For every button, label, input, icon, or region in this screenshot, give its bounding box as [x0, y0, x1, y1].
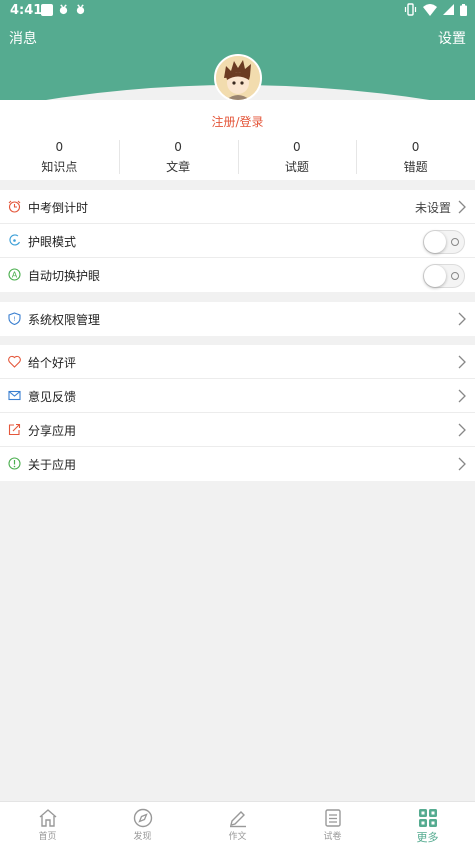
auto-eye-label: 自动切换护眼	[28, 269, 101, 283]
share-icon	[8, 423, 21, 436]
status-time: 4:41	[10, 3, 43, 18]
home-icon	[39, 809, 56, 827]
alarm-clock-icon	[8, 200, 21, 213]
nav-essay[interactable]: 作文	[190, 802, 285, 846]
signal-icon	[443, 4, 454, 15]
status-bar: 4:41	[0, 0, 475, 22]
permissions-row[interactable]: ! 系统权限管理	[0, 302, 475, 336]
envelope-icon	[8, 390, 21, 401]
nav-label: 作文	[228, 832, 247, 842]
notification-bug-icon	[59, 4, 68, 15]
stat-articles[interactable]: 0 文章	[118, 132, 238, 178]
nav-more[interactable]: 更多	[380, 802, 475, 846]
grid-icon	[418, 809, 437, 827]
chevron-right-icon	[458, 457, 466, 471]
stat-label: 试题	[284, 160, 309, 174]
chevron-right-icon	[458, 423, 466, 437]
feedback-row[interactable]: 意见反馈	[0, 379, 475, 413]
settings-group-permissions: ! 系统权限管理	[0, 302, 475, 336]
feedback-label: 意见反馈	[28, 390, 77, 404]
toggle-knob	[424, 265, 446, 287]
toggle-knob	[424, 231, 446, 253]
toggle-off-indicator	[451, 272, 459, 280]
info-icon	[8, 457, 21, 470]
about-label: 关于应用	[28, 458, 77, 472]
rate-row[interactable]: 给个好评	[0, 345, 475, 379]
shield-icon: !	[8, 312, 21, 325]
messages-button[interactable]: 消息	[9, 28, 37, 48]
nav-papers[interactable]: 试卷	[285, 802, 380, 846]
document-icon	[324, 809, 341, 827]
stat-value: 0	[55, 140, 64, 154]
battery-icon	[460, 3, 467, 16]
nav-label: 更多	[416, 831, 439, 844]
nav-label: 试卷	[323, 832, 342, 842]
countdown-row[interactable]: 中考倒计时 未设置	[0, 190, 475, 224]
eye-mode-toggle[interactable]	[423, 230, 465, 254]
compass-icon	[133, 808, 152, 828]
eye-care-icon	[9, 234, 21, 246]
eye-mode-row: 护眼模式	[0, 224, 475, 258]
permissions-label: 系统权限管理	[28, 313, 101, 327]
stat-label: 文章	[166, 160, 191, 174]
avatar-image	[216, 56, 260, 100]
toggle-off-indicator	[451, 238, 459, 246]
chevron-right-icon	[458, 200, 466, 214]
stat-label: 知识点	[41, 160, 78, 174]
stat-value: 0	[411, 140, 420, 154]
wifi-icon	[423, 3, 437, 16]
share-label: 分享应用	[28, 424, 77, 438]
notification-square-icon	[41, 4, 53, 16]
login-register-link[interactable]: 注册/登录	[0, 113, 475, 130]
bottom-nav: 首页 发现 作文 试卷 更多	[0, 801, 475, 846]
svg-text:!: !	[13, 316, 15, 323]
stat-value: 0	[293, 140, 301, 154]
nav-discover[interactable]: 发现	[95, 802, 190, 846]
auto-eye-row: A 自动切换护眼	[0, 258, 475, 292]
nav-home[interactable]: 首页	[0, 802, 95, 846]
heart-icon	[8, 355, 21, 368]
avatar[interactable]	[214, 54, 262, 102]
settings-button[interactable]: 设置	[438, 28, 466, 48]
countdown-label: 中考倒计时	[28, 201, 89, 215]
vibrate-icon	[404, 3, 417, 16]
share-row[interactable]: 分享应用	[0, 413, 475, 447]
nav-label: 首页	[38, 832, 57, 842]
pencil-icon	[229, 811, 246, 828]
stat-label: 错题	[403, 160, 428, 174]
chevron-right-icon	[458, 389, 466, 403]
auto-mode-icon: A	[8, 268, 21, 281]
settings-group-display: 中考倒计时 未设置 护眼模式 A 自动切换护眼	[0, 190, 475, 292]
auto-eye-toggle[interactable]	[423, 264, 465, 288]
stat-knowledge-points[interactable]: 0 知识点	[0, 132, 119, 178]
stat-value: 0	[174, 140, 182, 154]
svg-text:A: A	[12, 271, 18, 280]
stat-questions[interactable]: 0 试题	[237, 132, 357, 178]
rate-label: 给个好评	[28, 356, 77, 370]
chevron-right-icon	[458, 355, 466, 369]
chevron-right-icon	[458, 312, 466, 326]
nav-label: 发现	[133, 832, 152, 842]
countdown-value: 未设置	[414, 201, 451, 215]
about-row[interactable]: 关于应用	[0, 447, 475, 481]
stat-wrong-questions[interactable]: 0 错题	[356, 132, 475, 178]
settings-group-about: 给个好评 意见反馈 分享应用 关于应用	[0, 345, 475, 481]
stats-bar: 0 知识点 0 文章 0 试题 0 错题	[0, 132, 475, 178]
notification-bug-icon	[76, 4, 85, 15]
eye-mode-label: 护眼模式	[28, 235, 77, 249]
